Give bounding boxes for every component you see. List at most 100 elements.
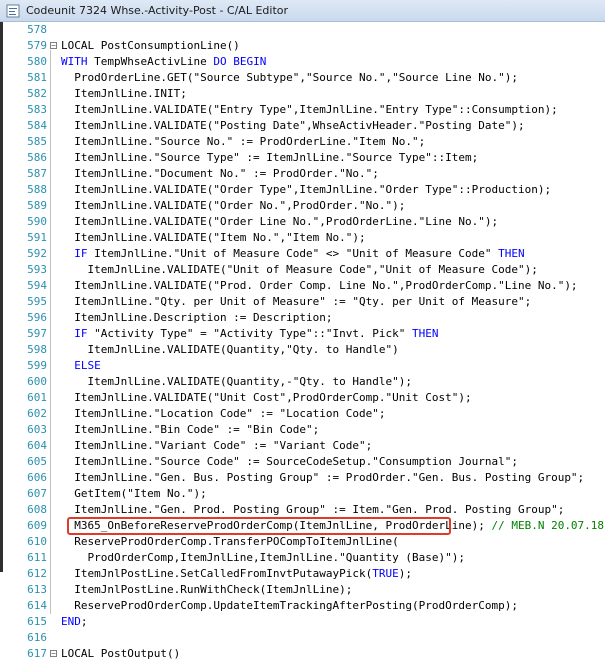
fold-toggle-icon[interactable]: −: [50, 42, 57, 50]
code-line[interactable]: 602 ItemJnlLine."Location Code" := "Loca…: [3, 406, 605, 422]
code-text: ItemJnlLine.VALIDATE(Quantity,"Qty. to H…: [61, 342, 399, 358]
code-token: ItemJnlLine.VALIDATE(Quantity,"Qty. to H…: [61, 343, 399, 356]
code-text: ProdOrderLine.GET("Source Subtype","Sour…: [61, 70, 518, 86]
line-number: 611: [27, 551, 47, 564]
line-number: 589: [27, 199, 47, 212]
code-text: ItemJnlLine.VALIDATE("Entry Type",ItemJn…: [61, 102, 557, 118]
code-line[interactable]: 605 ItemJnlLine."Source Code" := SourceC…: [3, 454, 605, 470]
line-number: 608: [27, 503, 47, 516]
code-token: ItemJnlLine."Gen. Prod. Posting Group" :…: [61, 503, 565, 516]
line-number: 614: [27, 599, 47, 612]
line-number: 580: [27, 55, 47, 68]
line-number: 595: [27, 295, 47, 308]
code-line[interactable]: 596 ItemJnlLine.Description := Descripti…: [3, 310, 605, 326]
code-line[interactable]: 581 ProdOrderLine.GET("Source Subtype","…: [3, 70, 605, 86]
code-line[interactable]: 615 END;: [3, 614, 605, 630]
line-number: 610: [27, 535, 47, 548]
code-token: ItemJnlLine.INIT;: [61, 87, 187, 100]
line-number: 605: [27, 455, 47, 468]
line-number: 596: [27, 311, 47, 324]
code-line[interactable]: 590 ItemJnlLine.VALIDATE("Order Line No.…: [3, 214, 605, 230]
code-text: ReserveProdOrderComp.UpdateItemTrackingA…: [61, 598, 518, 614]
code-line[interactable]: 589 ItemJnlLine.VALIDATE("Order No.",Pro…: [3, 198, 605, 214]
code-text: ItemJnlLine.VALIDATE("Prod. Order Comp. …: [61, 278, 578, 294]
code-text: LOCAL PostConsumptionLine(): [61, 38, 240, 54]
code-line[interactable]: 603 ItemJnlLine."Bin Code" := "Bin Code"…: [3, 422, 605, 438]
line-number: 585: [27, 135, 47, 148]
code-token: ProdOrderLine.GET("Source Subtype","Sour…: [61, 71, 518, 84]
code-line[interactable]: 593 ItemJnlLine.VALIDATE("Unit of Measur…: [3, 262, 605, 278]
code-text: ItemJnlLine.VALIDATE("Order No.",ProdOrd…: [61, 198, 405, 214]
code-token: ItemJnlLine.VALIDATE("Posting Date",Whse…: [61, 119, 525, 132]
code-line[interactable]: 586 ItemJnlLine."Source Type" := ItemJnl…: [3, 150, 605, 166]
code-line[interactable]: 584 ItemJnlLine.VALIDATE("Posting Date",…: [3, 118, 605, 134]
code-line[interactable]: 613 ItemJnlPostLine.RunWithCheck(ItemJnl…: [3, 582, 605, 598]
code-text: ItemJnlLine."Qty. per Unit of Measure" :…: [61, 294, 531, 310]
code-line[interactable]: 617− LOCAL PostOutput(): [3, 646, 605, 662]
nav-app-icon: [6, 4, 20, 18]
code-line[interactable]: 595 ItemJnlLine."Qty. per Unit of Measur…: [3, 294, 605, 310]
line-number: 604: [27, 439, 47, 452]
code-token: ItemJnlLine.VALIDATE("Unit Cost",ProdOrd…: [61, 391, 472, 404]
code-line[interactable]: 608 ItemJnlLine."Gen. Prod. Posting Grou…: [3, 502, 605, 518]
code-line[interactable]: 616: [3, 630, 605, 646]
line-number: 583: [27, 103, 47, 116]
code-token: ItemJnlLine.VALIDATE("Item No.","Item No…: [61, 231, 366, 244]
line-number: 617: [27, 647, 47, 660]
code-token: ItemJnlLine."Document No." := ProdOrder.…: [61, 167, 379, 180]
keyword-token: END: [61, 615, 81, 628]
code-token: ItemJnlPostLine.RunWithCheck(ItemJnlLine…: [61, 583, 353, 596]
code-text: ReserveProdOrderComp.TransferPOCompToIte…: [61, 534, 399, 550]
code-line[interactable]: 604 ItemJnlLine."Variant Code" := "Varia…: [3, 438, 605, 454]
code-line[interactable]: 598 ItemJnlLine.VALIDATE(Quantity,"Qty. …: [3, 342, 605, 358]
code-editor[interactable]: 578 579− LOCAL PostConsumptionLine() 580 WIT…: [0, 22, 605, 660]
code-line[interactable]: 600 ItemJnlLine.VALIDATE(Quantity,-"Qty.…: [3, 374, 605, 390]
code-line[interactable]: 612 ItemJnlPostLine.SetCalledFromInvtPut…: [3, 566, 605, 582]
line-number: 593: [27, 263, 47, 276]
code-text: ItemJnlPostLine.SetCalledFromInvtPutaway…: [61, 566, 412, 582]
code-text: ItemJnlLine."Gen. Bus. Posting Group" :=…: [61, 470, 584, 486]
code-token: ItemJnlLine.VALIDATE("Unit of Measure Co…: [61, 263, 538, 276]
line-number: 609: [27, 519, 47, 532]
code-line[interactable]: 591 ItemJnlLine.VALIDATE("Item No.","Ite…: [3, 230, 605, 246]
keyword-token: THEN: [412, 327, 439, 340]
code-line[interactable]: 607 GetItem("Item No.");: [3, 486, 605, 502]
code-text: ItemJnlPostLine.RunWithCheck(ItemJnlLine…: [61, 582, 352, 598]
line-number: 588: [27, 183, 47, 196]
code-text: ItemJnlLine.VALIDATE("Order Type",ItemJn…: [61, 182, 551, 198]
code-line[interactable]: 606 ItemJnlLine."Gen. Bus. Posting Group…: [3, 470, 605, 486]
line-number: 587: [27, 167, 47, 180]
code-token: ;: [80, 615, 88, 628]
code-line[interactable]: 592 IF ItemJnlLine."Unit of Measure Code…: [3, 246, 605, 262]
code-text: ItemJnlLine."Gen. Prod. Posting Group" :…: [61, 502, 564, 518]
line-number: 586: [27, 151, 47, 164]
keyword-token: IF: [74, 327, 88, 340]
code-line[interactable]: 579− LOCAL PostConsumptionLine(): [3, 38, 605, 54]
keyword-token: WITH: [61, 55, 88, 68]
code-line[interactable]: 599 ELSE: [3, 358, 605, 374]
code-token: ItemJnlLine."Source Code" := SourceCodeS…: [61, 455, 518, 468]
code-line[interactable]: 588 ItemJnlLine.VALIDATE("Order Type",It…: [3, 182, 605, 198]
code-text: ItemJnlLine."Document No." := ProdOrder.…: [61, 166, 379, 182]
line-number: 613: [27, 583, 47, 596]
code-line[interactable]: 583 ItemJnlLine.VALIDATE("Entry Type",It…: [3, 102, 605, 118]
code-line[interactable]: 601 ItemJnlLine.VALIDATE("Unit Cost",Pro…: [3, 390, 605, 406]
code-token: ItemJnlLine.VALIDATE("Prod. Order Comp. …: [61, 279, 578, 292]
code-line[interactable]: 594 ItemJnlLine.VALIDATE("Prod. Order Co…: [3, 278, 605, 294]
code-line[interactable]: 587 ItemJnlLine."Document No." := ProdOr…: [3, 166, 605, 182]
line-number: 599: [27, 359, 47, 372]
code-line[interactable]: 610 ReserveProdOrderComp.TransferPOCompT…: [3, 534, 605, 550]
code-line[interactable]: 578: [3, 22, 605, 38]
code-line[interactable]: 582 ItemJnlLine.INIT;: [3, 86, 605, 102]
window-title: Codeunit 7324 Whse.-Activity-Post - C/AL…: [26, 4, 289, 17]
code-line[interactable]: 580 WITH TempWhseActivLine DO BEGIN: [3, 54, 605, 70]
code-text: ItemJnlLine.INIT;: [61, 86, 187, 102]
code-line[interactable]: 585 ItemJnlLine."Source No." := ProdOrde…: [3, 134, 605, 150]
code-token: ProdOrderComp,ItemJnlLine,ItemJnlLine."Q…: [61, 551, 465, 564]
code-line[interactable]: 597 IF "Activity Type" = "Activity Type"…: [3, 326, 605, 342]
fold-toggle-icon[interactable]: −: [50, 650, 57, 658]
code-line[interactable]: 614 ReserveProdOrderComp.UpdateItemTrack…: [3, 598, 605, 614]
code-line[interactable]: 611 ProdOrderComp,ItemJnlLine,ItemJnlLin…: [3, 550, 605, 566]
